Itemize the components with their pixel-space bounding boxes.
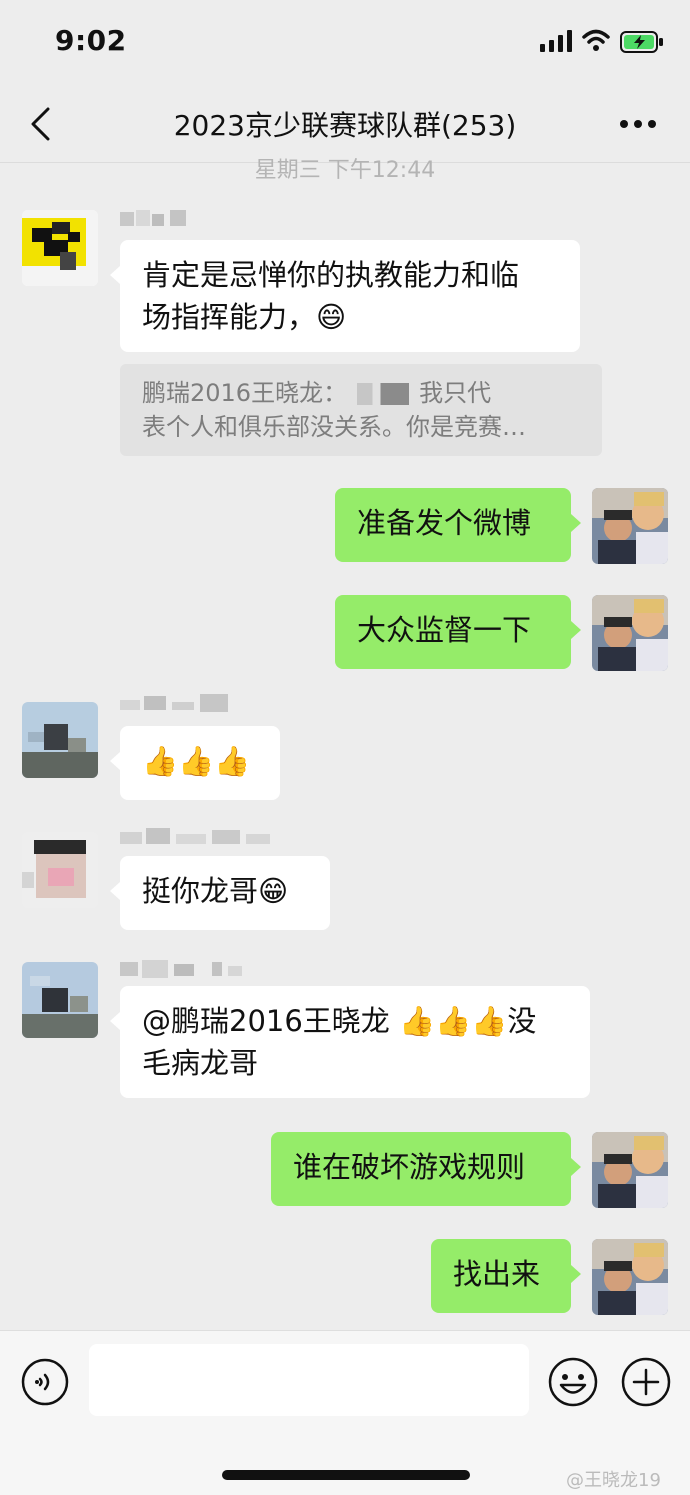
message-bubble[interactable]: 大众监督一下 (335, 595, 581, 669)
avatar[interactable] (592, 1239, 668, 1315)
avatar[interactable] (592, 595, 668, 671)
chat-title: 2023京少联赛球队群(253) (173, 109, 517, 142)
home-indicator[interactable] (222, 1470, 470, 1480)
message-bubble[interactable]: 肯定是忌惮你的执教能力和临 场指挥能力，😄 (110, 240, 580, 352)
avatar[interactable] (22, 210, 98, 286)
avatar[interactable] (592, 1132, 668, 1208)
sender-name (120, 694, 228, 712)
quoted-message[interactable]: 鹏瑞2016王晓龙： 我只代 表个人和俱乐部没关系。你是竞赛… (120, 364, 602, 456)
more-dots-icon[interactable] (618, 118, 658, 130)
avatar[interactable] (592, 488, 668, 564)
emoji-icon[interactable] (547, 1356, 599, 1408)
message-bubble[interactable]: 谁在破坏游戏规则 (271, 1132, 581, 1206)
avatar[interactable] (22, 832, 98, 908)
signal-icon (540, 30, 572, 52)
message-bubble[interactable]: 👍👍👍 (110, 726, 280, 800)
sender-name (120, 828, 270, 844)
avatar[interactable] (22, 962, 98, 1038)
watermark: @王晓龙19 (566, 1470, 661, 1491)
status-time: 9:02 (55, 24, 127, 57)
status-bar: 9:02 (0, 0, 690, 88)
sender-name (120, 960, 242, 978)
plus-icon[interactable] (620, 1356, 672, 1408)
quote-text-line2: 表个人和俱乐部没关系。你是竞赛… (142, 413, 526, 441)
message-bubble[interactable]: @鹏瑞2016王晓龙 👍👍👍没 毛病龙哥 (110, 986, 590, 1098)
message-bubble[interactable]: 挺你龙哥😁 (110, 856, 330, 930)
sender-name (120, 210, 186, 226)
message-bubble[interactable]: 准备发个微博 (335, 488, 581, 562)
voice-icon[interactable] (20, 1357, 70, 1407)
message-bubble[interactable]: 找出来 (431, 1239, 581, 1313)
blurred-mention (357, 383, 410, 405)
quote-text-part: 我只代 (419, 379, 492, 407)
battery-charging-icon (620, 31, 663, 53)
quote-sender: 鹏瑞2016王晓龙： (142, 379, 348, 407)
avatar[interactable] (22, 702, 98, 778)
message-input[interactable] (89, 1344, 529, 1416)
chat-timestamp: 星期三 下午12:44 (254, 158, 436, 183)
wifi-icon (582, 29, 610, 51)
